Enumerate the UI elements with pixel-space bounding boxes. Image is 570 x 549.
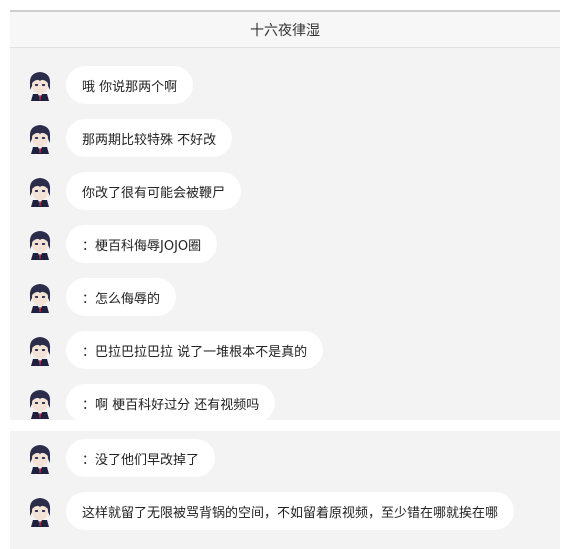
message-bubble: 哦 你说那两个啊 xyxy=(66,66,194,104)
message-bubble: 这样就留了无限被骂背锅的空间，不如留着原视频，至少错在哪就挨在哪 xyxy=(66,492,515,530)
avatar-icon[interactable] xyxy=(26,176,54,207)
message-row: ：怎么侮辱的 xyxy=(10,278,560,318)
message-row: 哦 你说那两个啊 xyxy=(10,66,560,106)
avatar-icon[interactable] xyxy=(26,388,54,419)
message-bubble: ：梗百科侮辱JOJO圈 xyxy=(66,225,218,263)
avatar-icon[interactable] xyxy=(26,70,54,101)
message-group-2: ：没了他们早改掉了 这样就留了无限被骂背锅的空间，不如留着原视频，至少错在哪就挨… xyxy=(10,431,560,549)
message-bubble: ：巴拉巴拉巴拉 说了一堆根本不是真的 xyxy=(66,331,324,369)
message-bubble: ：怎么侮辱的 xyxy=(66,278,177,316)
message-row: ：巴拉巴拉巴拉 说了一堆根本不是真的 xyxy=(10,331,560,371)
message-row: ：啊 梗百科好过分 还有视频吗 xyxy=(10,384,560,424)
chat-title: 十六夜律湿 xyxy=(250,22,320,39)
chat-window: 十六夜律湿 哦 你说那两个啊 那两期比较特殊 不好改 你改了很有可能会被鞭尸 ：… xyxy=(10,10,560,549)
avatar-icon[interactable] xyxy=(26,335,54,366)
message-row: 这样就留了无限被骂背锅的空间，不如留着原视频，至少错在哪就挨在哪 xyxy=(10,492,560,532)
message-row: ：没了他们早改掉了 xyxy=(10,439,560,479)
message-bubble: 你改了很有可能会被鞭尸 xyxy=(66,172,242,210)
message-row: ：梗百科侮辱JOJO圈 xyxy=(10,225,560,265)
avatar-icon[interactable] xyxy=(26,123,54,154)
avatar-icon[interactable] xyxy=(26,282,54,313)
message-bubble: ：啊 梗百科好过分 还有视频吗 xyxy=(66,384,276,422)
message-row: 那两期比较特殊 不好改 xyxy=(10,119,560,159)
chat-header: 十六夜律湿 xyxy=(10,12,560,48)
avatar-icon[interactable] xyxy=(26,229,54,260)
message-bubble: 那两期比较特殊 不好改 xyxy=(66,119,233,157)
avatar-icon[interactable] xyxy=(26,443,54,474)
message-bubble: ：没了他们早改掉了 xyxy=(66,439,216,477)
message-group-1: 哦 你说那两个啊 那两期比较特殊 不好改 你改了很有可能会被鞭尸 ：梗百科侮辱J… xyxy=(10,48,560,422)
message-row: 你改了很有可能会被鞭尸 xyxy=(10,172,560,212)
avatar-icon[interactable] xyxy=(26,496,54,527)
